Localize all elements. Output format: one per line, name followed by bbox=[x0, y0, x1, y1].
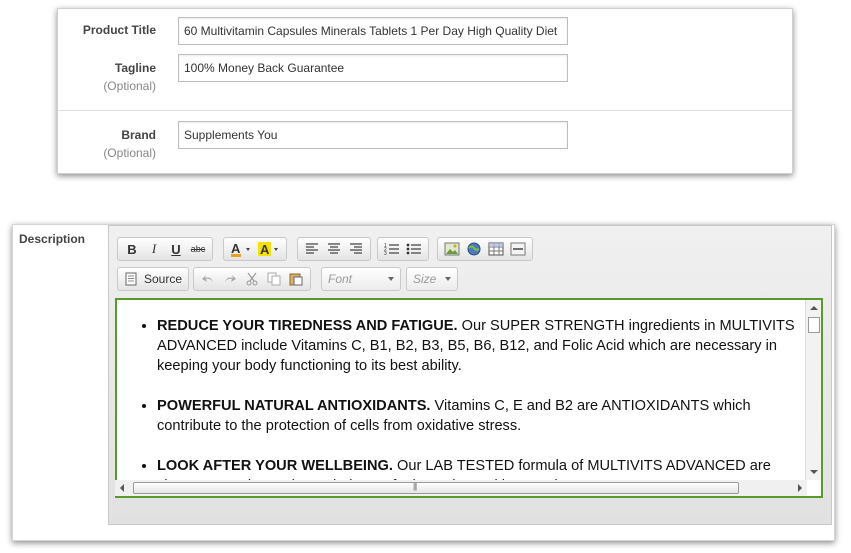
source-button[interactable]: Source bbox=[117, 267, 190, 291]
basic-styles-group: B I U abc bbox=[117, 237, 213, 261]
scroll-up-arrow-icon[interactable] bbox=[810, 306, 818, 310]
description-label: Description bbox=[19, 232, 86, 246]
bullet-heading: POWERFUL NATURAL ANTIOXIDANTS. bbox=[157, 398, 431, 414]
bullet-heading: REDUCE YOUR TIREDNESS AND FATIGUE. bbox=[157, 318, 458, 334]
numbered-list-button[interactable]: 123 bbox=[381, 239, 403, 259]
paste-button[interactable] bbox=[285, 269, 307, 289]
bulleted-list-icon bbox=[406, 243, 421, 255]
product-details-panel: Product Title 60 Multivitamin Capsules M… bbox=[57, 8, 793, 174]
paste-icon bbox=[289, 273, 303, 286]
horizontal-scroll-thumb[interactable] bbox=[133, 482, 739, 494]
size-dropdown-label: Size bbox=[413, 272, 437, 286]
brand-optional-hint: (Optional) bbox=[103, 146, 156, 160]
clipboard-group bbox=[193, 267, 311, 291]
flash-button[interactable] bbox=[463, 239, 485, 259]
size-dropdown-chevron-icon bbox=[445, 277, 451, 281]
image-icon bbox=[444, 242, 460, 256]
rich-text-editor: B I U abc A A 1 2 3 Source Font Size • R… bbox=[108, 225, 832, 525]
horizontal-rule-button[interactable] bbox=[507, 239, 529, 259]
align-right-icon bbox=[350, 243, 362, 254]
svg-text:A: A bbox=[231, 241, 241, 256]
font-dropdown[interactable]: Font bbox=[321, 267, 401, 291]
align-left-button[interactable] bbox=[301, 239, 323, 259]
brand-input[interactable]: Supplements You bbox=[178, 121, 568, 149]
horizontal-rule-icon bbox=[510, 242, 526, 256]
insert-group bbox=[437, 237, 533, 261]
align-left-icon bbox=[306, 243, 318, 254]
size-dropdown[interactable]: Size bbox=[406, 267, 458, 291]
undo-button[interactable] bbox=[197, 269, 219, 289]
scroll-grip-icon: ||| bbox=[413, 482, 417, 491]
align-center-button[interactable] bbox=[323, 239, 345, 259]
redo-icon bbox=[225, 275, 236, 282]
numbered-list-icon: 123 bbox=[384, 243, 399, 256]
text-color-button[interactable]: A bbox=[227, 239, 255, 259]
description-bullet-list: REDUCE YOUR TIREDNESS AND FATIGUE. Our S… bbox=[117, 300, 821, 496]
vertical-scroll-thumb[interactable] bbox=[808, 317, 820, 333]
scroll-right-arrow-icon[interactable] bbox=[798, 484, 802, 492]
product-title-input[interactable]: 60 Multivitamin Capsules Minerals Tablet… bbox=[178, 17, 568, 45]
redo-button[interactable] bbox=[219, 269, 241, 289]
scroll-left-arrow-icon[interactable] bbox=[120, 484, 124, 492]
bold-button[interactable]: B bbox=[121, 239, 143, 259]
tagline-label: Tagline bbox=[114, 61, 156, 75]
svg-text:A: A bbox=[260, 242, 270, 257]
copy-icon bbox=[267, 272, 281, 286]
font-dropdown-label: Font bbox=[328, 272, 353, 286]
highlight-color-icon: A bbox=[258, 242, 278, 257]
scissors-icon bbox=[246, 272, 258, 286]
alignment-group bbox=[297, 237, 371, 261]
bullet-item: REDUCE YOUR TIREDNESS AND FATIGUE. Our S… bbox=[157, 316, 821, 376]
background-color-button[interactable]: A bbox=[255, 239, 283, 259]
svg-text:3: 3 bbox=[384, 251, 387, 256]
table-icon bbox=[488, 242, 504, 256]
source-document-icon bbox=[125, 272, 137, 286]
cut-button[interactable] bbox=[241, 269, 263, 289]
tagline-input[interactable]: 100% Money Back Guarantee bbox=[178, 54, 568, 82]
tagline-optional-hint: (Optional) bbox=[103, 79, 156, 93]
bullet-item: POWERFUL NATURAL ANTIOXIDANTS. Vitamins … bbox=[157, 396, 821, 436]
copy-button[interactable] bbox=[263, 269, 285, 289]
align-center-icon bbox=[328, 243, 340, 254]
editor-content-area[interactable]: REDUCE YOUR TIREDNESS AND FATIGUE. Our S… bbox=[115, 298, 823, 498]
color-group: A A bbox=[223, 237, 287, 261]
list-group: 123 bbox=[377, 237, 429, 261]
scroll-down-arrow-icon[interactable] bbox=[810, 470, 818, 474]
source-button-label: Source bbox=[144, 272, 183, 286]
product-title-label: Product Title bbox=[82, 23, 156, 37]
italic-button[interactable]: I bbox=[143, 239, 165, 259]
description-panel: Description B I U abc A A 1 2 3 Source F… bbox=[12, 224, 835, 541]
align-right-button[interactable] bbox=[345, 239, 367, 259]
globe-icon bbox=[467, 242, 481, 256]
section-divider bbox=[58, 110, 792, 111]
vertical-scrollbar[interactable] bbox=[805, 300, 821, 480]
font-dropdown-chevron-icon bbox=[388, 277, 394, 281]
brand-label: Brand bbox=[121, 128, 156, 142]
table-button[interactable] bbox=[485, 239, 507, 259]
undo-icon bbox=[202, 275, 213, 282]
underline-button[interactable]: U bbox=[165, 239, 187, 259]
bulleted-list-button[interactable] bbox=[403, 239, 425, 259]
bullet-heading: LOOK AFTER YOUR WELLBEING. bbox=[157, 458, 393, 474]
horizontal-scrollbar[interactable]: ||| bbox=[115, 480, 807, 496]
strikethrough-button[interactable]: abc bbox=[187, 239, 209, 259]
text-color-icon: A bbox=[231, 241, 250, 257]
image-button[interactable] bbox=[441, 239, 463, 259]
